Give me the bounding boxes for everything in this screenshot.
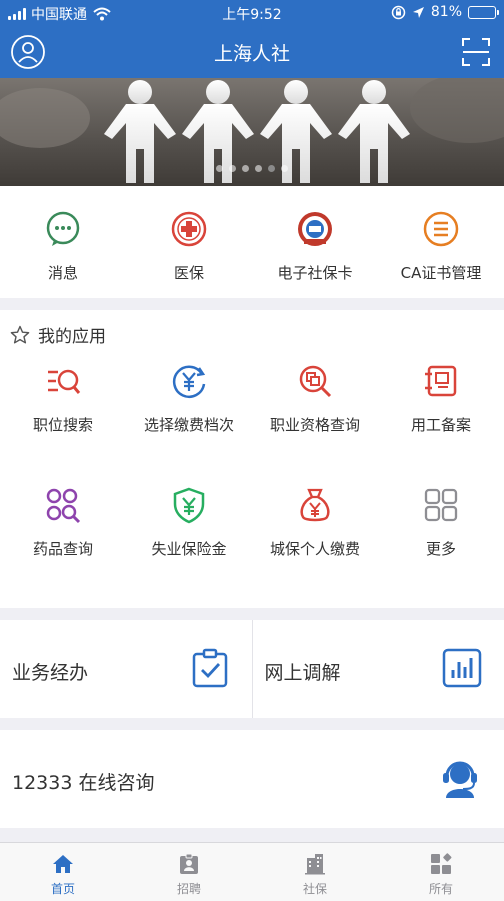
app-label: 职位搜索 — [32, 416, 93, 434]
app-personal-payment[interactable]: 城保个人缴费 — [252, 486, 378, 610]
carousel-dot[interactable] — [216, 165, 223, 172]
quick-item-message[interactable]: 消息 — [0, 186, 126, 298]
app-qualification-query[interactable]: 职业资格查询 — [252, 362, 378, 486]
bar-chart-icon — [442, 648, 482, 688]
carousel-dot[interactable] — [229, 165, 236, 172]
card-label: 业务经办 — [12, 662, 89, 684]
tab-bar: 首页 招聘 社保 所有 — [0, 842, 504, 901]
tab-social-security[interactable]: 社保 — [252, 843, 378, 901]
app-more[interactable]: 更多 — [378, 486, 504, 610]
job-search-icon — [48, 369, 81, 394]
status-bar: 中国联通 上午9:52 81% — [0, 0, 504, 26]
app-drug-query[interactable]: 药品查询 — [0, 486, 126, 610]
carousel-dot[interactable] — [268, 165, 275, 172]
online-consult-card[interactable]: 12333 在线咨询 — [0, 730, 504, 828]
grid-icon — [431, 853, 452, 874]
my-apps-section: 我的应用 职位搜索 选择缴费档次 职业资格查询 用工备案 药品查询 失业保险金 … — [0, 310, 504, 608]
app-label: 城保个人缴费 — [269, 540, 360, 558]
app-label: 失业保险金 — [151, 540, 227, 558]
building-icon — [305, 854, 325, 875]
tab-label: 社保 — [302, 882, 327, 896]
quick-item-medical[interactable]: 医保 — [126, 186, 252, 298]
app-label: 更多 — [425, 540, 456, 558]
star-icon — [10, 325, 30, 343]
card-online-mediation[interactable]: 网上调解 — [251, 620, 504, 718]
orientation-lock-icon — [391, 5, 406, 19]
my-apps-title: 我的应用 — [38, 327, 106, 347]
certificate-list-icon — [423, 211, 459, 247]
social-security-card-icon — [298, 212, 332, 246]
battery-percent: 81% — [430, 4, 462, 20]
more-grid-icon — [424, 488, 458, 522]
app-label: 选择缴费档次 — [143, 416, 234, 434]
quick-label: 消息 — [47, 264, 78, 282]
quick-item-social-card[interactable]: 电子社保卡 — [252, 186, 378, 298]
message-icon — [46, 211, 80, 246]
service-cards: 业务经办 网上调解 — [0, 620, 504, 718]
quick-item-ca-cert[interactable]: CA证书管理 — [378, 186, 504, 298]
location-icon — [412, 6, 424, 18]
consult-label: 12333 在线咨询 — [12, 772, 155, 794]
medical-cross-icon — [171, 211, 207, 247]
app-employment-record[interactable]: 用工备案 — [378, 362, 504, 486]
battery-icon — [468, 5, 499, 19]
tab-recruitment[interactable]: 招聘 — [126, 843, 252, 901]
my-apps-header: 我的应用 — [10, 322, 106, 347]
app-unemployment-insurance[interactable]: 失业保险金 — [126, 486, 252, 610]
banner-carousel[interactable] — [0, 78, 504, 186]
nav-bar: 上海人社 — [0, 26, 504, 78]
quick-actions: 消息 医保 电子社保卡 CA证书管理 — [0, 186, 504, 298]
employment-record-icon — [425, 365, 457, 397]
clipboard-check-icon — [192, 648, 227, 688]
tab-label: 所有 — [428, 882, 453, 896]
carousel-dot[interactable] — [255, 165, 262, 172]
insurance-shield-icon — [173, 487, 205, 524]
quick-label: 电子社保卡 — [277, 264, 353, 282]
app-job-search[interactable]: 职位搜索 — [0, 362, 126, 486]
money-bag-icon — [300, 488, 330, 522]
qualification-search-icon — [299, 365, 332, 398]
yuan-cycle-icon — [172, 365, 206, 398]
headset-agent-icon — [443, 761, 477, 798]
tab-home[interactable]: 首页 — [0, 843, 126, 901]
my-apps-grid: 职位搜索 选择缴费档次 职业资格查询 用工备案 药品查询 失业保险金 城保个人缴… — [0, 362, 504, 610]
card-label: 网上调解 — [264, 662, 341, 684]
tab-all[interactable]: 所有 — [378, 843, 504, 901]
home-icon — [53, 855, 73, 873]
carousel-dots[interactable] — [0, 165, 504, 172]
app-label: 职业资格查询 — [269, 416, 360, 434]
page-title: 上海人社 — [213, 43, 290, 65]
tab-label: 招聘 — [176, 882, 201, 896]
carousel-dot[interactable] — [281, 165, 288, 172]
apps-row: 职位搜索 选择缴费档次 职业资格查询 用工备案 — [0, 362, 504, 486]
quick-label: CA证书管理 — [400, 264, 482, 282]
carousel-dot[interactable] — [242, 165, 249, 172]
badge-icon — [180, 853, 198, 874]
drug-search-icon — [46, 488, 81, 524]
apps-row: 药品查询 失业保险金 城保个人缴费 更多 — [0, 486, 504, 610]
app-label: 用工备案 — [410, 416, 471, 434]
scan-icon[interactable] — [458, 34, 494, 70]
status-bar-right: 81% — [391, 4, 499, 20]
quick-label: 医保 — [173, 264, 204, 282]
tab-label: 首页 — [50, 882, 75, 896]
app-label: 药品查询 — [32, 540, 93, 558]
app-payment-level[interactable]: 选择缴费档次 — [126, 362, 252, 486]
card-business-handling[interactable]: 业务经办 — [0, 620, 252, 718]
